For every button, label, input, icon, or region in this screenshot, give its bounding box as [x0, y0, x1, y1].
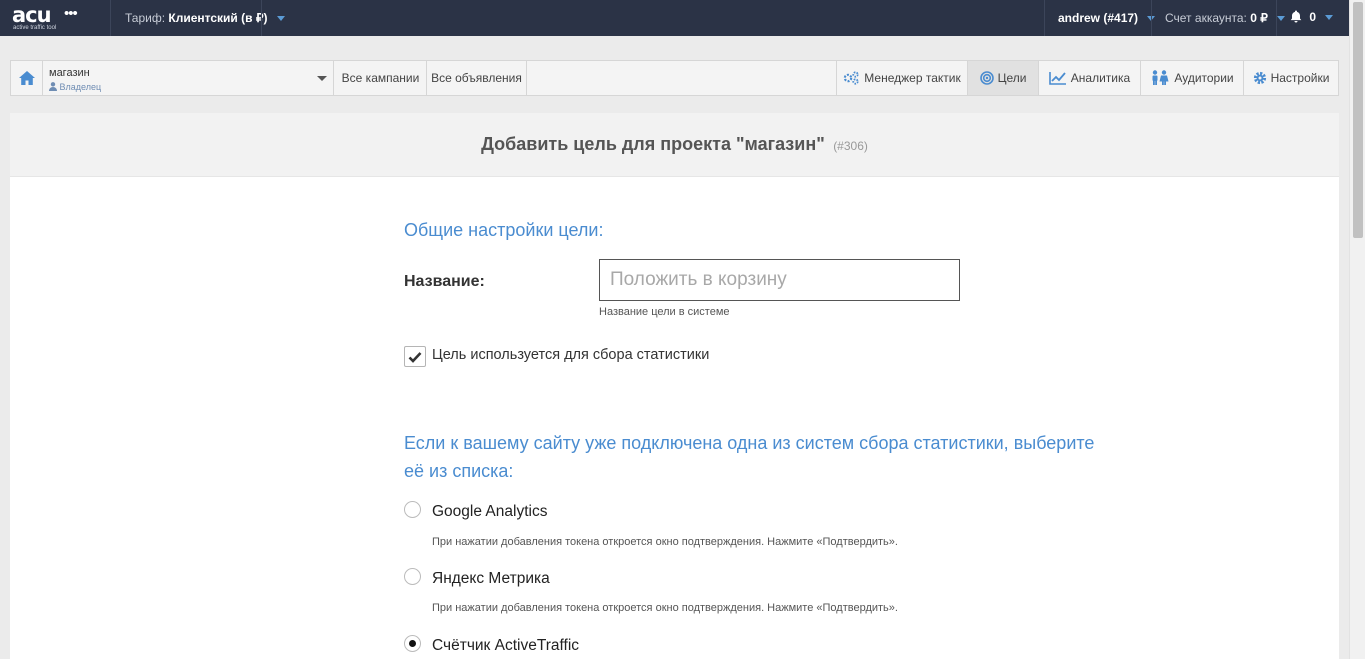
tactics-icon — [843, 71, 859, 85]
chevron-down-icon — [1277, 16, 1286, 22]
stats-checkbox-label: Цель используется для сбора статистики — [432, 347, 710, 363]
tariff-value: Клиентский (в ₽) — [168, 11, 268, 25]
nav-tactics-manager-label: Менеджер тактик — [864, 71, 961, 85]
divider — [1044, 0, 1045, 36]
logo[interactable]: acu ••• active traffic tool — [12, 3, 92, 33]
gear-icon — [1253, 71, 1266, 85]
nav-analytics-label: Аналитика — [1070, 71, 1131, 85]
project-role: Владелец — [49, 82, 101, 92]
add-goal-card: Добавить цель для проекта "магазин" (#30… — [10, 113, 1339, 659]
account-label: Счет аккаунта: — [1165, 11, 1247, 25]
radio-yandex-metrika-label: Яндекс Метрика — [432, 570, 550, 587]
nav-settings-label: Настройки — [1270, 71, 1330, 85]
nav-tactics-manager[interactable]: Менеджер тактик — [836, 61, 967, 95]
top-bar: acu ••• active traffic tool Тариф: Клиен… — [0, 0, 1349, 36]
logo-subtitle: active traffic tool — [13, 25, 57, 31]
goal-name-input[interactable] — [599, 259, 960, 301]
chart-icon — [1048, 72, 1066, 85]
logo-mark: acu — [12, 3, 52, 27]
radio-yandex-metrika[interactable] — [404, 568, 421, 585]
chevron-down-icon — [317, 76, 327, 81]
page-scrollbar[interactable] — [1349, 0, 1365, 659]
yandex-metrika-help: При нажатии добавления токена откроется … — [432, 602, 898, 614]
user-name: andrew (#417) — [1058, 11, 1139, 25]
nav-audiences-label: Аудитории — [1174, 71, 1234, 85]
name-label: Название: — [404, 273, 485, 290]
divider — [1276, 0, 1277, 36]
nav-all-ads[interactable]: Все объявления — [427, 61, 527, 95]
project-name: магазин — [49, 67, 90, 79]
project-selector[interactable]: магазин Владелец — [44, 61, 334, 95]
project-id: (#306) — [833, 139, 868, 153]
chevron-down-icon — [1325, 15, 1334, 21]
radio-google-analytics[interactable] — [404, 501, 421, 518]
radio-google-analytics-label: Google Analytics — [432, 503, 548, 520]
user-icon — [49, 82, 57, 91]
divider — [261, 0, 262, 36]
general-settings-heading: Общие настройки цели: — [404, 220, 604, 240]
nav-goals-label: Цели — [997, 71, 1027, 85]
stats-checkbox[interactable] — [404, 346, 426, 367]
project-nav-bar: магазин Владелец Все кампании Все объявл… — [10, 60, 1339, 96]
nav-analytics[interactable]: Аналитика — [1038, 61, 1140, 95]
notifications-menu[interactable]: 0 — [1290, 10, 1334, 24]
page-title: Добавить цель для проекта "магазин" — [481, 134, 825, 154]
account-balance-menu[interactable]: Счет аккаунта: 0 ₽ — [1165, 11, 1286, 25]
notifications-count: 0 — [1309, 10, 1317, 24]
check-icon — [408, 351, 422, 363]
logo-dots: ••• — [64, 5, 78, 22]
radio-activetraffic-counter[interactable] — [404, 635, 421, 652]
home-button[interactable] — [11, 61, 43, 95]
radio-activetraffic-counter-label: Счётчик ActiveTraffic — [432, 637, 580, 654]
target-icon — [979, 71, 994, 85]
nav-all-campaigns[interactable]: Все кампании — [335, 61, 427, 95]
stats-systems-heading: Если к вашему сайту уже подключена одна … — [404, 433, 1095, 481]
people-icon — [1152, 70, 1169, 85]
nav-goals[interactable]: Цели — [967, 61, 1038, 95]
name-help-text: Название цели в системе — [599, 306, 730, 318]
user-menu[interactable]: andrew (#417) — [1058, 11, 1156, 25]
card-header: Добавить цель для проекта "магазин" (#30… — [10, 113, 1339, 177]
project-role-label: Владелец — [59, 82, 102, 92]
chevron-down-icon — [276, 16, 285, 22]
bell-icon — [1290, 10, 1302, 23]
tariff-label: Тариф: — [125, 11, 166, 25]
home-icon — [18, 71, 35, 85]
account-value: 0 ₽ — [1250, 11, 1268, 25]
google-analytics-help: При нажатии добавления токена откроется … — [432, 536, 898, 548]
scrollbar-thumb[interactable] — [1353, 2, 1363, 238]
nav-audiences[interactable]: Аудитории — [1140, 61, 1243, 95]
nav-settings[interactable]: Настройки — [1243, 61, 1338, 95]
divider — [110, 0, 111, 36]
divider — [1151, 0, 1152, 36]
